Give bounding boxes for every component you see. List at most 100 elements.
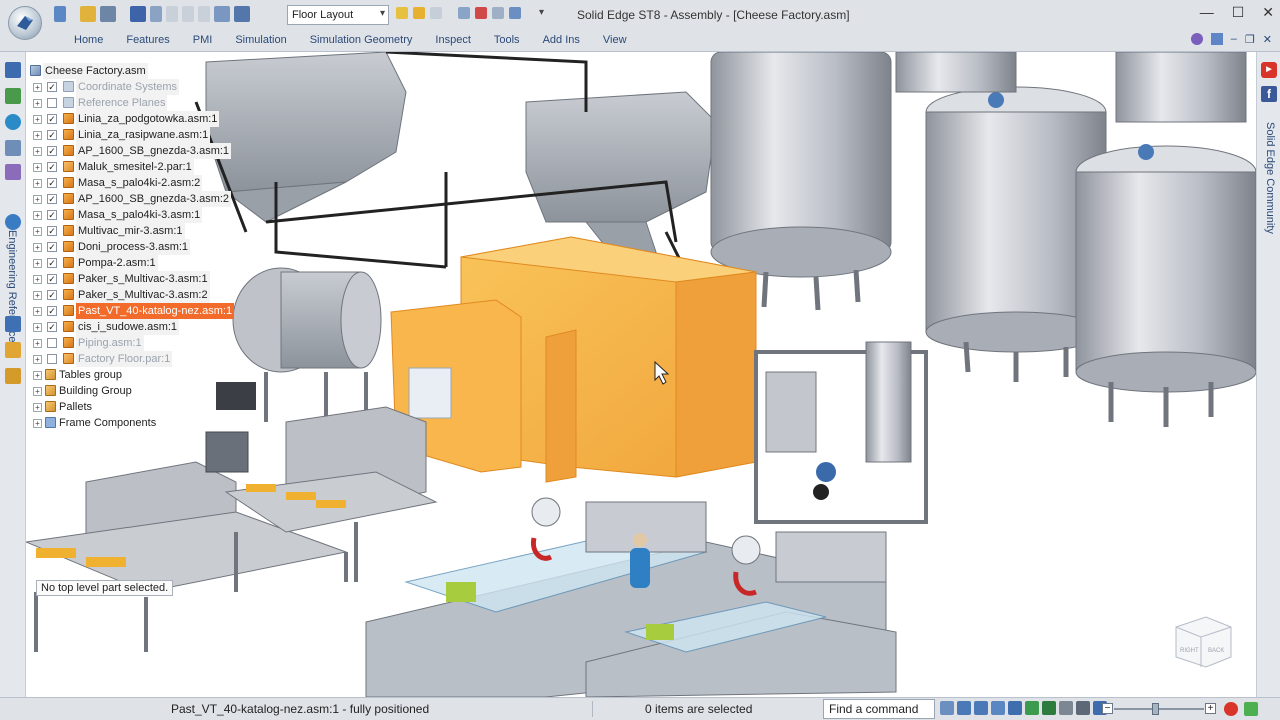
visibility-checkbox[interactable]: ✓	[47, 82, 57, 92]
assembly-pathfinder-icon[interactable]	[458, 7, 470, 19]
tree-group[interactable]: + Tables group	[28, 367, 228, 383]
upload-icon[interactable]	[1244, 702, 1258, 716]
tree-item[interactable]: + Factory Floor.par:1	[28, 351, 228, 367]
zoom-thumb[interactable]	[1152, 703, 1159, 715]
zoom-slider[interactable]: − +	[1102, 702, 1216, 716]
features-library-icon[interactable]	[5, 140, 21, 156]
parts-library-icon[interactable]	[5, 316, 21, 332]
tab-tools[interactable]: Tools	[494, 34, 531, 46]
tab-pmi[interactable]: PMI	[193, 34, 224, 46]
tree-item[interactable]: + ✓ Paker_s_Multivac-3.asm:1	[28, 271, 228, 287]
view-cube[interactable]	[1175, 616, 1232, 668]
redo-dropdown-icon[interactable]	[198, 6, 210, 22]
expand-icon[interactable]: +	[33, 371, 42, 380]
tree-item[interactable]: + ✓ Linia_za_podgotowka.asm:1	[28, 111, 228, 127]
youtube-icon[interactable]: ▶	[1261, 62, 1277, 78]
expand-icon[interactable]: +	[33, 115, 42, 124]
tab-simulation[interactable]: Simulation	[235, 34, 297, 46]
visibility-checkbox[interactable]: ✓	[47, 322, 57, 332]
help-icon[interactable]	[1190, 33, 1203, 45]
visibility-checkbox[interactable]	[47, 338, 57, 348]
view-orientation-icon[interactable]	[1076, 701, 1090, 715]
close-document-icon[interactable]	[100, 6, 116, 22]
view-manager-icon[interactable]	[5, 342, 21, 358]
expand-icon[interactable]: +	[33, 403, 42, 412]
delete-icon[interactable]	[475, 7, 487, 19]
tab-inspect[interactable]: Inspect	[435, 34, 481, 46]
tree-item[interactable]: + ✓ Linia_za_rasipwane.asm:1	[28, 127, 228, 143]
zoom-icon[interactable]	[974, 701, 988, 715]
family-icon[interactable]	[5, 164, 21, 180]
tree-item[interactable]: + ✓ Pompa-2.asm:1	[28, 255, 228, 271]
options-icon[interactable]	[1210, 33, 1223, 45]
zoom-in-button[interactable]: +	[1205, 703, 1216, 714]
visibility-checkbox[interactable]: ✓	[47, 146, 57, 156]
tree-item[interactable]: + ✓ AP_1600_SB_gnezda-3.asm:2	[28, 191, 232, 207]
visibility-checkbox[interactable]: ✓	[47, 194, 57, 204]
tree-item[interactable]: + ✓ Past_VT_40-katalog-nez.asm:1	[28, 303, 235, 319]
open-folder-icon[interactable]	[80, 6, 96, 22]
tree-item[interactable]: + ✓ Multivac_mir-3.asm:1	[28, 223, 228, 239]
find-command-input[interactable]: Find a command	[823, 699, 935, 719]
tree-item[interactable]: + Piping.asm:1	[28, 335, 228, 351]
expand-icon[interactable]: +	[33, 211, 42, 220]
expand-icon[interactable]: +	[33, 179, 42, 188]
rotate-icon[interactable]	[1025, 701, 1039, 715]
maximize-button[interactable]: ☐	[1232, 4, 1245, 21]
design-folder-icon[interactable]	[5, 368, 21, 384]
redo-icon[interactable]	[182, 6, 194, 22]
expand-icon[interactable]: +	[33, 163, 42, 172]
tree-group[interactable]: + Frame Components	[28, 415, 228, 431]
select-tool-icon[interactable]	[214, 6, 230, 22]
fit-icon[interactable]	[991, 701, 1005, 715]
undo-icon[interactable]	[150, 6, 162, 22]
tree-item[interactable]: + Reference Planes	[28, 95, 228, 111]
visibility-checkbox[interactable]: ✓	[47, 226, 57, 236]
expand-icon[interactable]: +	[33, 99, 42, 108]
visibility-checkbox[interactable]: ✓	[47, 290, 57, 300]
zoom-out-button[interactable]: −	[1102, 703, 1113, 714]
expand-icon[interactable]: +	[33, 323, 42, 332]
tree-item[interactable]: + ✓ Masa_s_palo4ki-3.asm:1	[28, 207, 228, 223]
spin-about-icon[interactable]	[1042, 701, 1056, 715]
record-icon[interactable]	[1224, 702, 1238, 716]
visibility-checkbox[interactable]: ✓	[47, 306, 57, 316]
tab-view[interactable]: View	[603, 34, 638, 46]
expand-icon[interactable]: +	[33, 307, 42, 316]
zoom-area-icon[interactable]	[957, 701, 971, 715]
pathfinder-icon[interactable]	[5, 62, 21, 78]
move-icon[interactable]	[492, 7, 504, 19]
tree-item[interactable]: + ✓ Paker_s_Multivac-3.asm:2	[28, 287, 228, 303]
undo-dropdown-icon[interactable]	[166, 6, 178, 22]
tree-item[interactable]: + ✓ Maluk_smesitel-2.par:1	[28, 159, 228, 175]
visibility-checkbox[interactable]: ✓	[47, 274, 57, 284]
visibility-checkbox[interactable]: ✓	[47, 258, 57, 268]
expand-icon[interactable]: +	[33, 339, 42, 348]
ribbon-minimize-icon[interactable]: –	[1231, 33, 1237, 46]
application-button[interactable]	[8, 6, 42, 40]
expand-icon[interactable]: +	[33, 83, 42, 92]
tree-item[interactable]: + ✓ Coordinate Systems	[28, 79, 228, 95]
pan-icon[interactable]	[1008, 701, 1022, 715]
expand-icon[interactable]: +	[33, 355, 42, 364]
visibility-checkbox[interactable]: ✓	[47, 178, 57, 188]
expand-icon[interactable]: +	[33, 195, 42, 204]
expand-icon[interactable]: +	[33, 131, 42, 140]
engineering-reference-tab[interactable]: Engineering Reference	[4, 230, 22, 358]
tab-features[interactable]: Features	[126, 34, 180, 46]
expand-icon[interactable]: +	[33, 147, 42, 156]
selected-component-past-vt-40[interactable]	[390, 236, 757, 483]
expand-icon[interactable]: +	[33, 275, 42, 284]
visibility-checkbox[interactable]: ✓	[47, 242, 57, 252]
tab-home[interactable]: Home	[74, 34, 114, 46]
expand-icon[interactable]: +	[33, 387, 42, 396]
layout-select[interactable]: Floor Layout	[287, 5, 389, 25]
refresh-icon[interactable]	[234, 6, 250, 22]
save-icon[interactable]	[130, 6, 146, 22]
tab-add-ins[interactable]: Add Ins	[543, 34, 591, 46]
tree-root[interactable]: Cheese Factory.asm	[28, 63, 228, 79]
solid-edge-community-tab[interactable]: Solid Edge Community	[1261, 122, 1279, 262]
close-button[interactable]: ✕	[1262, 4, 1274, 21]
tree-item[interactable]: + ✓ cis_i_sudowe.asm:1	[28, 319, 228, 335]
visibility-checkbox[interactable]: ✓	[47, 210, 57, 220]
